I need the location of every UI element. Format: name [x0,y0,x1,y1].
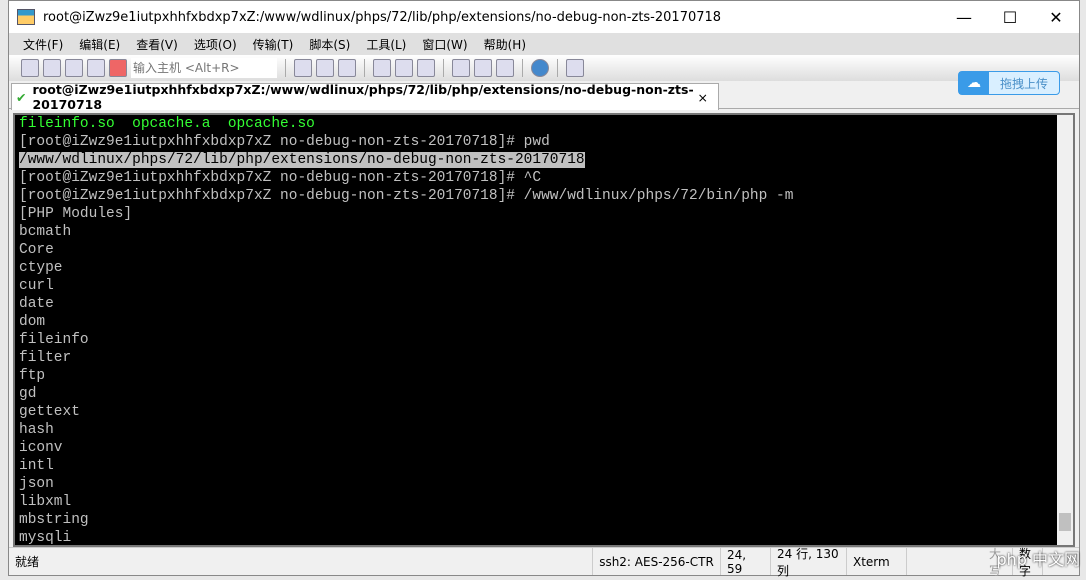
ls-output: fileinfo.so opcache.a opcache.so [19,116,315,132]
tab-label: root@iZwz9e1iutpxhhfxbdxp7xZ:/www/wdlinu… [32,82,694,112]
print-selection-icon[interactable] [395,59,413,77]
key-icon[interactable] [496,59,514,77]
session-options-icon[interactable] [452,59,470,77]
terminal[interactable]: fileinfo.so opcache.a opcache.so [root@iZ… [13,113,1075,547]
quick-connect-icon[interactable] [43,59,61,77]
sftp-icon[interactable] [566,59,584,77]
terminal-line: gettext [19,404,80,420]
terminal-line: mbstring [19,512,89,528]
copy-icon[interactable] [294,59,312,77]
title-bar: root@iZwz9e1iutpxhhfxbdxp7xZ:/www/wdlinu… [9,1,1079,33]
terminal-line: Core [19,242,54,258]
connect-tab-icon[interactable] [65,59,83,77]
terminal-line: bcmath [19,224,72,240]
status-cipher: ssh2: AES-256-CTR [593,548,721,575]
print-icon[interactable] [373,59,391,77]
terminal-line: curl [19,278,54,294]
menu-item[interactable]: 传输(T) [253,36,294,53]
terminal-line: hash [19,422,54,438]
close-button[interactable]: ✕ [1033,1,1079,33]
terminal-line: libxml [19,494,72,510]
tab-bar: ✔ root@iZwz9e1iutpxhhfxbdxp7xZ:/www/wdli… [9,81,1079,112]
printer-icon[interactable] [417,59,435,77]
menu-bar: 文件(F) 编辑(E) 查看(V) 选项(O) 传输(T) 脚本(S) 工具(L) 窗口(W)… [9,33,1079,55]
app-icon [17,9,35,25]
minimize-button[interactable]: — [941,1,987,33]
securecrt-window: root@iZwz9e1iutpxhhfxbdxp7xZ:/www/wdlinu… [8,0,1080,578]
help-icon[interactable] [531,59,549,77]
menu-item[interactable]: 选项(O) [194,36,237,53]
status-size: 24 行, 130 列 [771,547,847,578]
terminal-line: date [19,296,54,312]
status-cursor: 24, 59 [721,548,771,576]
connect-icon[interactable] [21,59,39,77]
connected-check-icon: ✔ [16,89,27,105]
terminal-line: ctype [19,260,63,276]
watermark: php 中文网 [996,550,1080,569]
find-icon[interactable] [338,59,356,77]
menu-item[interactable]: 帮助(H) [484,36,526,53]
menu-item[interactable]: 查看(V) [136,36,178,53]
terminal-line: intl [19,458,54,474]
terminal-line: fileinfo [19,332,89,348]
terminal-line: iconv [19,440,63,456]
terminal-line: mysqli [19,530,72,546]
terminal-line: [root@iZwz9e1iutpxhhfxbdxp7xZ no-debug-n… [19,170,542,186]
drag-upload-button[interactable]: ☁ 拖拽上传 [958,71,1060,95]
global-options-icon[interactable] [474,59,492,77]
toolbar [9,55,1079,81]
maximize-button[interactable]: ☐ [987,1,1033,33]
scrollbar-thumb[interactable] [1059,513,1071,531]
terminal-scrollbar[interactable] [1057,115,1073,545]
terminal-line: ftp [19,368,46,384]
menu-item[interactable]: 文件(F) [23,36,63,53]
disconnect-icon[interactable] [109,59,127,77]
status-term: Xterm [847,548,907,575]
session-tab[interactable]: ✔ root@iZwz9e1iutpxhhfxbdxp7xZ:/www/wdli… [11,82,719,112]
menu-item[interactable]: 脚本(S) [309,36,350,53]
reconnect-icon[interactable] [87,59,105,77]
terminal-line: [PHP Modules] [19,206,133,222]
menu-item[interactable]: 窗口(W) [422,36,467,53]
selected-path: /www/wdlinux/phps/72/lib/php/extensions/… [19,152,585,168]
terminal-line: dom [19,314,46,330]
cloud-icon: ☁ [959,72,989,94]
tab-close-icon[interactable]: × [698,90,708,105]
terminal-line: [root@iZwz9e1iutpxhhfxbdxp7xZ no-debug-n… [19,188,794,204]
terminal-line: [root@iZwz9e1iutpxhhfxbdxp7xZ no-debug-n… [19,134,550,150]
status-ready: 就绪 [9,548,593,575]
upload-label: 拖拽上传 [999,76,1048,91]
terminal-line: gd [19,386,37,402]
paste-icon[interactable] [316,59,334,77]
host-input[interactable] [131,58,277,78]
menu-item[interactable]: 工具(L) [366,36,406,53]
terminal-line: filter [19,350,72,366]
menu-item[interactable]: 编辑(E) [79,36,120,53]
window-title: root@iZwz9e1iutpxhhfxbdxp7xZ:/www/wdlinu… [43,9,722,25]
status-bar: 就绪 ssh2: AES-256-CTR 24, 59 24 行, 130 列 … [9,547,1079,578]
terminal-line: json [19,476,54,492]
